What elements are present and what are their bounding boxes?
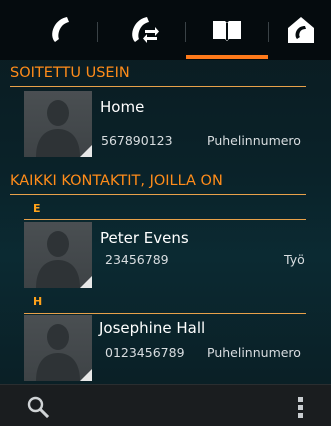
tab-bar — [0, 0, 331, 60]
home-phone-icon — [288, 17, 314, 43]
contact-name: Home — [100, 98, 145, 116]
group-divider — [24, 219, 306, 220]
contact-number-type: Puhelinnumero — [207, 345, 301, 360]
contact-name: Josephine Hall — [99, 319, 206, 337]
avatar — [24, 91, 92, 157]
section-divider — [10, 194, 306, 195]
person-silhouette-icon — [36, 100, 92, 157]
phonebook-screen: SOITETTU USEIN Home 567890123 Puhelinnum… — [0, 0, 331, 426]
phone-icon — [52, 17, 69, 42]
contact-name: Peter Evens — [100, 229, 189, 247]
contact-number: 567890123 — [101, 133, 173, 148]
phone-transfer-icon — [132, 17, 159, 43]
contact-number: 23456789 — [105, 252, 169, 267]
search-button[interactable] — [26, 395, 50, 419]
avatar — [24, 315, 92, 381]
section-title-frequent: SOITETTU USEIN — [10, 65, 130, 81]
tab-calls[interactable] — [20, 0, 102, 60]
tab-separator — [97, 22, 98, 42]
bottom-bar — [0, 384, 331, 426]
section-title-all-contacts: KAIKKI KONTAKTIT, JOILLA ON — [10, 173, 223, 189]
section-divider — [10, 86, 306, 87]
tab-phonebook[interactable] — [186, 0, 268, 60]
group-divider — [24, 313, 306, 314]
avatar — [24, 222, 92, 288]
contact-number: 0123456789 — [105, 345, 185, 360]
tab-home[interactable] — [260, 0, 331, 60]
search-icon — [27, 396, 50, 419]
tab-call-transfer[interactable] — [103, 0, 185, 60]
group-letter: H — [33, 295, 43, 308]
contact-number-type: Puhelinnumero — [207, 133, 301, 148]
person-silhouette-icon — [36, 324, 92, 381]
active-tab-indicator — [186, 55, 268, 59]
overflow-menu-button[interactable] — [296, 397, 306, 419]
group-letter: E — [33, 202, 41, 215]
person-silhouette-icon — [36, 231, 92, 288]
book-icon — [213, 21, 241, 41]
contact-number-type: Työ — [284, 252, 305, 267]
